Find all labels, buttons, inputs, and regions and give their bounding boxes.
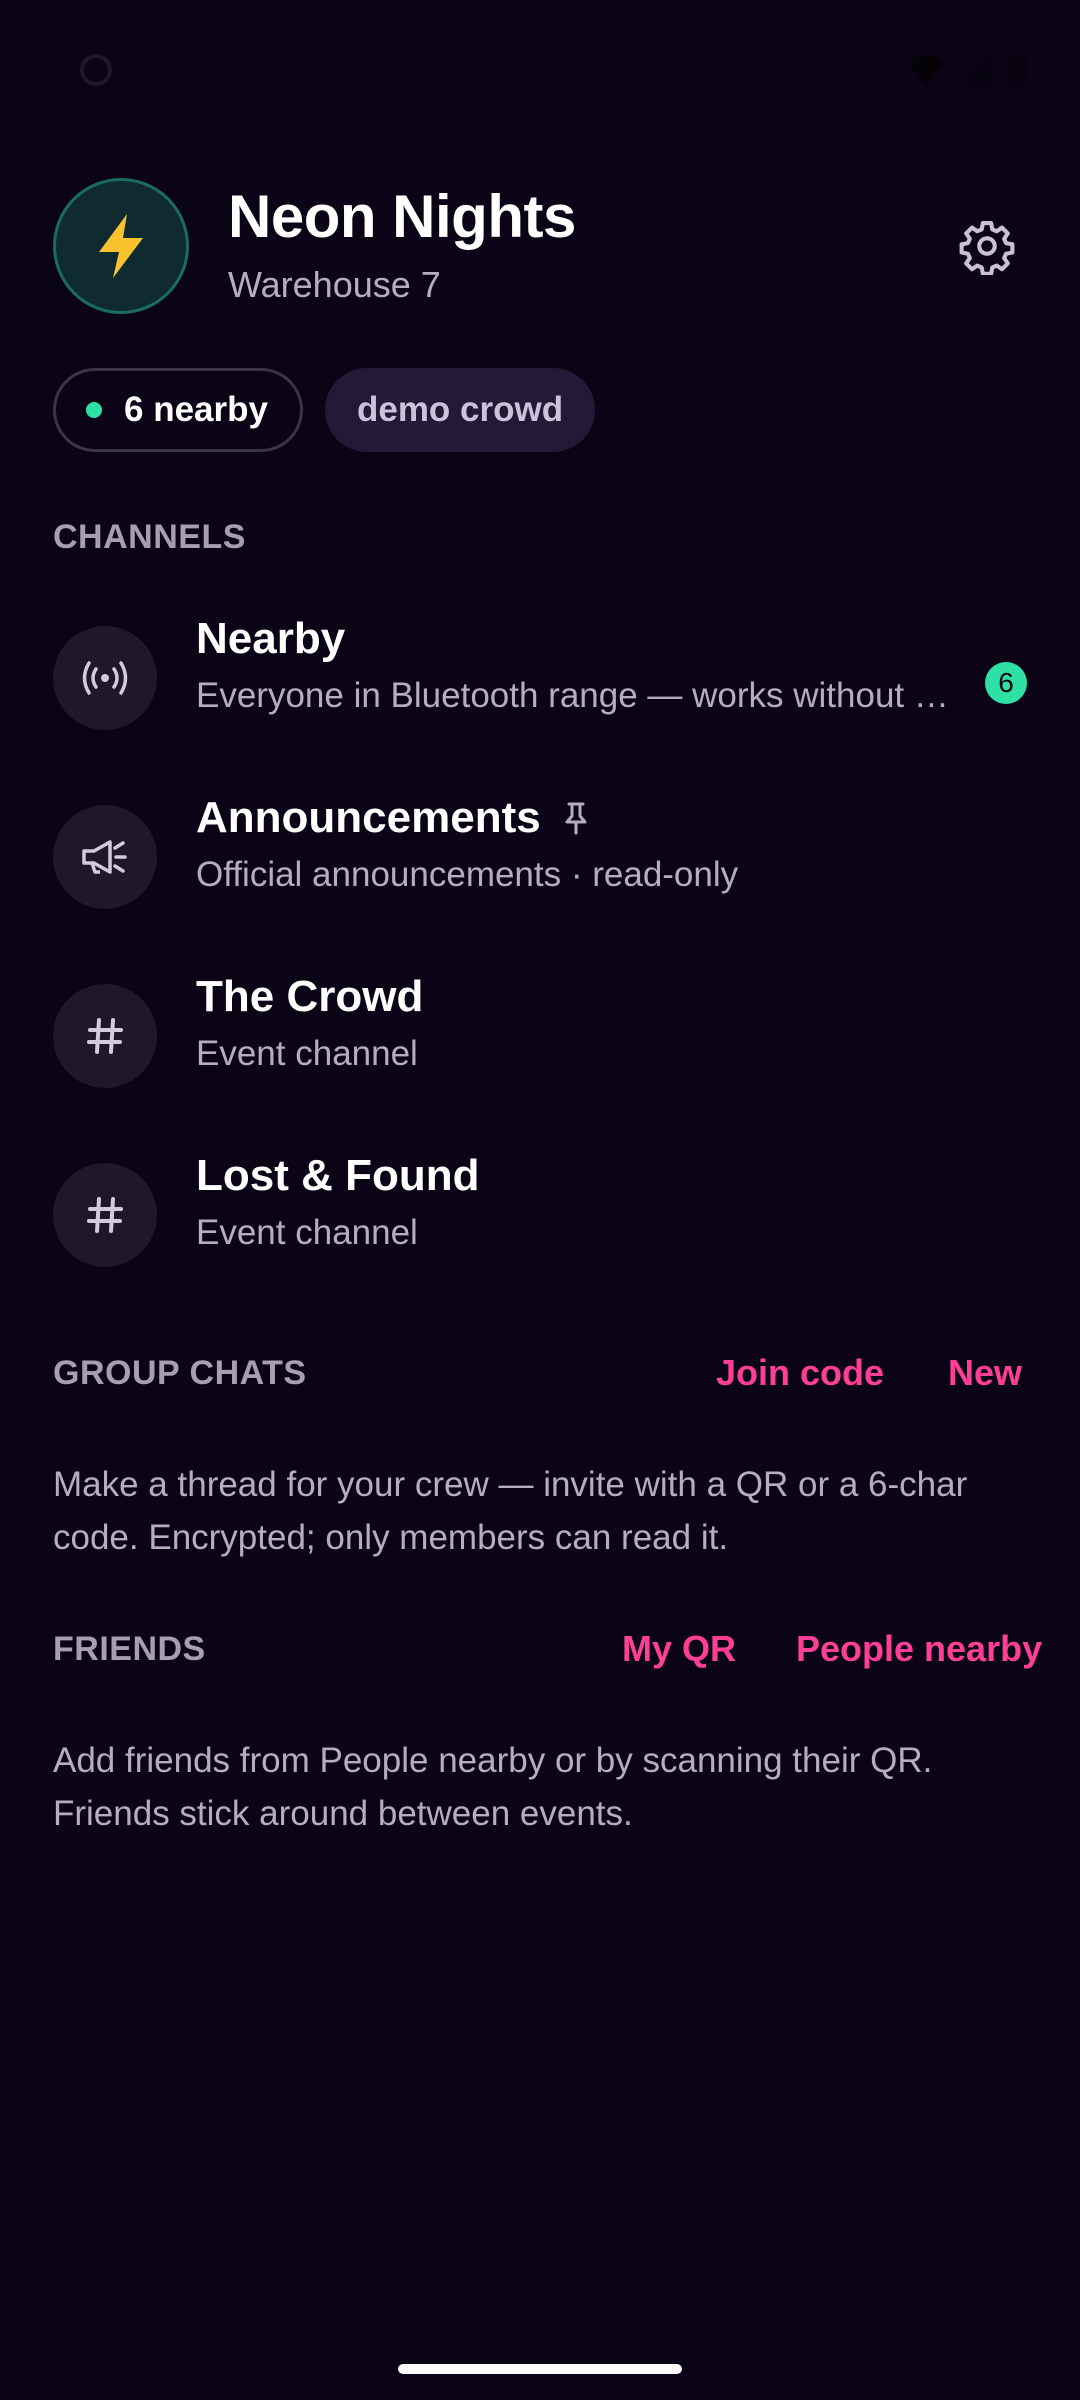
channel-name-text: Lost & Found	[196, 1151, 480, 1200]
new-group-button[interactable]: New	[948, 1352, 1022, 1394]
hash-icon	[87, 1018, 123, 1054]
friends-empty-text: Add friends from People nearby or by sca…	[53, 1741, 933, 1833]
my-qr-button[interactable]: My QR	[622, 1628, 736, 1670]
group-chats-section-label: GROUP CHATS	[53, 1354, 307, 1392]
channel-announcements[interactable]: Announcements Official announcements · r…	[53, 789, 1027, 929]
battery-icon	[1009, 55, 1027, 87]
clock-icon	[80, 54, 112, 86]
channel-name: Nearby	[196, 614, 345, 664]
status-chips: 6 nearby demo crowd	[53, 368, 596, 452]
home-indicator[interactable]	[398, 2364, 682, 2374]
channel-name-text: Nearby	[196, 614, 346, 663]
channel-name: The Crowd	[196, 972, 423, 1022]
channel-icon	[53, 984, 157, 1088]
status-left-icons	[76, 50, 116, 90]
event-title: Neon Nights	[228, 183, 576, 250]
status-icons	[906, 52, 1028, 88]
event-venue: Warehouse 7	[228, 264, 441, 305]
gear-icon	[959, 220, 1015, 275]
channel-the-crowd[interactable]: The Crowd Event channel	[53, 968, 1027, 1108]
channel-icon	[53, 626, 157, 730]
signal-icon	[962, 55, 992, 85]
channel-nearby[interactable]: Nearby Everyone in Bluetooth range — wor…	[53, 610, 1027, 750]
lightning-icon	[99, 214, 143, 278]
group-chats-empty-text: Make a thread for your crew — invite wit…	[53, 1465, 968, 1557]
channel-description: Official announcements · read-only	[196, 855, 739, 894]
channel-name-text: The Crowd	[196, 972, 424, 1021]
channel-description: Event channel	[196, 1034, 418, 1073]
channel-icon	[53, 805, 157, 909]
settings-button[interactable]	[947, 206, 1027, 286]
channel-icon	[53, 1163, 157, 1267]
wifi-icon	[908, 55, 944, 85]
people-nearby-button[interactable]: People nearby	[796, 1628, 1042, 1670]
demo-crowd-label: demo crowd	[356, 390, 564, 429]
channel-name-text: Announcements	[196, 793, 541, 842]
pin-icon	[563, 801, 589, 835]
channel-lost-and-found[interactable]: Lost & Found Event channel	[53, 1147, 1027, 1287]
demo-crowd-chip[interactable]: demo crowd	[324, 368, 596, 452]
nearby-count-label: 6 nearby	[124, 390, 268, 429]
nearby-count-chip[interactable]: 6 nearby	[53, 368, 303, 452]
hash-icon	[87, 1197, 123, 1233]
broadcast-icon	[82, 661, 128, 695]
channel-description: Everyone in Bluetooth range — works with…	[196, 676, 949, 715]
unread-badge: 6	[985, 662, 1027, 704]
channel-description: Event channel	[196, 1213, 418, 1252]
friends-section-label: FRIENDS	[53, 1630, 206, 1668]
channel-name: Lost & Found	[196, 1151, 480, 1201]
online-dot-icon	[86, 402, 102, 418]
megaphone-icon	[82, 840, 127, 874]
join-code-button[interactable]: Join code	[716, 1352, 884, 1394]
status-bar	[0, 0, 1080, 136]
event-avatar	[53, 178, 189, 314]
channel-name: Announcements	[196, 793, 589, 843]
event-header: Neon Nights Warehouse 7	[53, 178, 1027, 314]
channels-section-label: CHANNELS	[53, 518, 246, 556]
